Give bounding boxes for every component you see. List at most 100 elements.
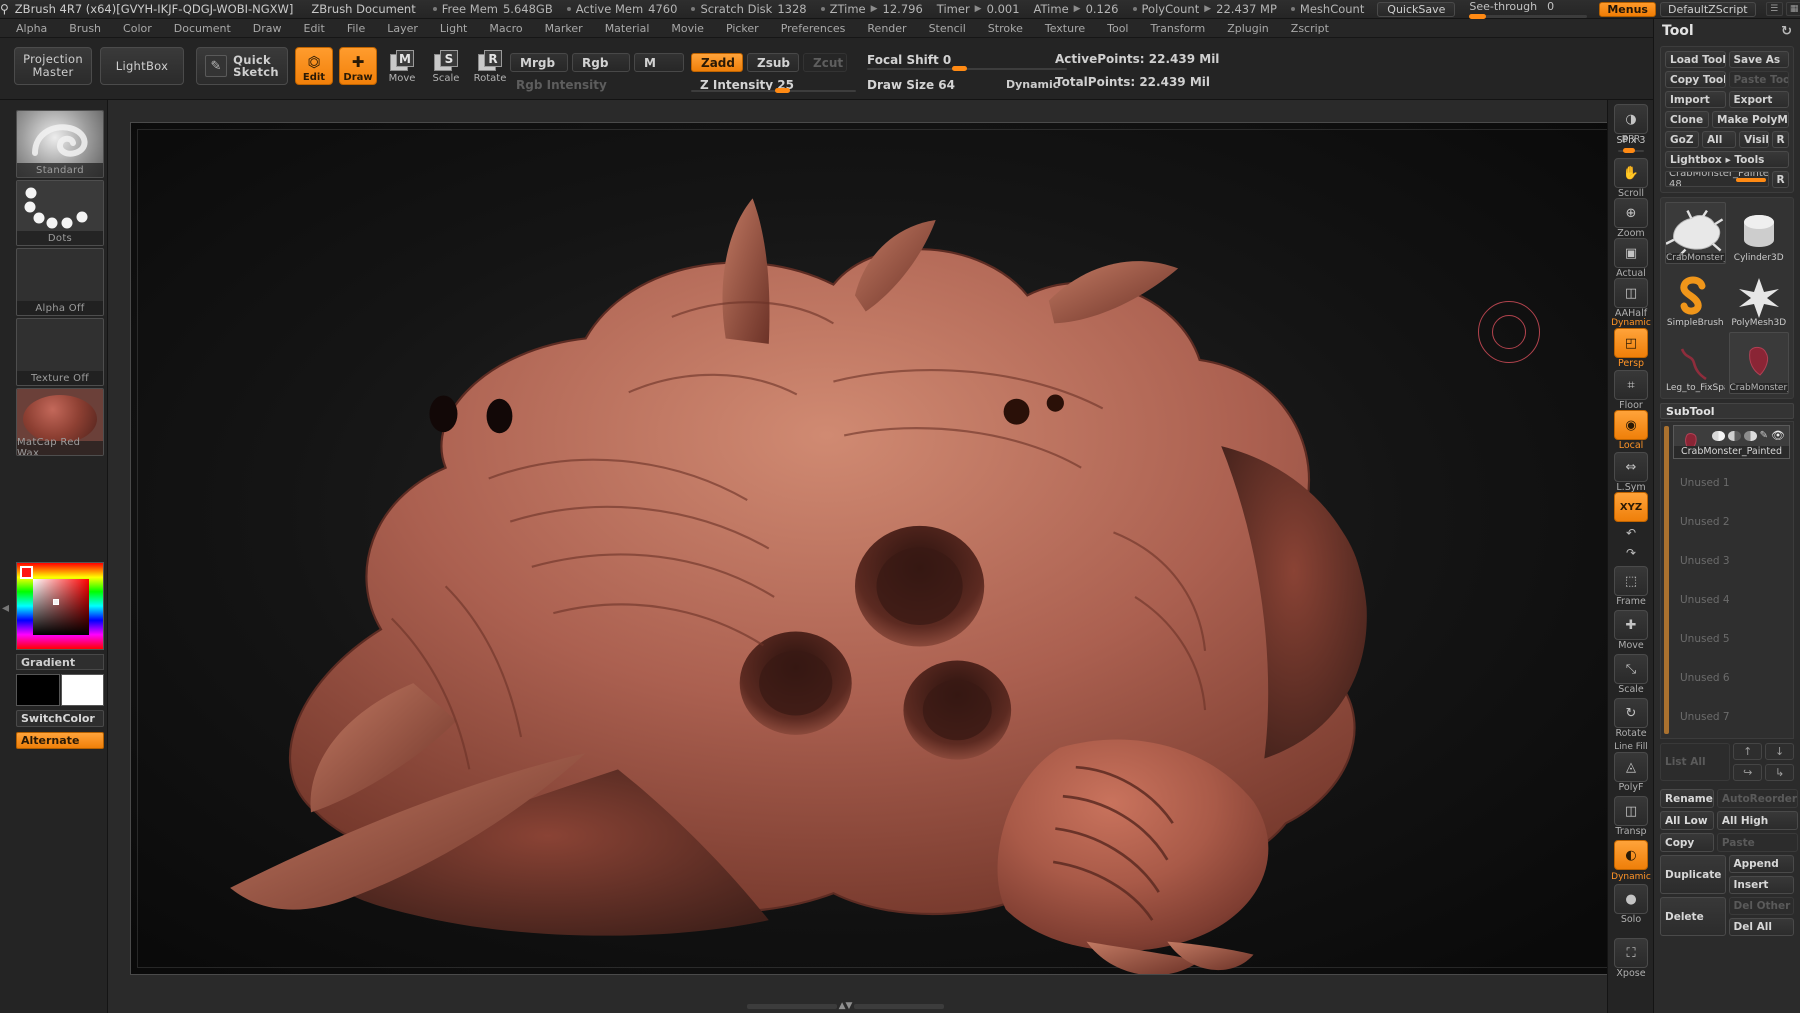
dynamic-label[interactable]: Dynamic: [1006, 78, 1059, 91]
scale-button[interactable]: S Scale: [429, 50, 463, 86]
subtool-item-selected[interactable]: ✎ 👁 CrabMonster_Painted: [1673, 425, 1790, 459]
quicksave-button[interactable]: QuickSave: [1377, 1, 1456, 17]
save-as-button[interactable]: Save As: [1728, 51, 1789, 68]
visible-button[interactable]: Visible: [1739, 131, 1769, 148]
move-out-button[interactable]: ↳: [1765, 763, 1794, 781]
material-swatch[interactable]: MatCap Red Wax: [16, 388, 104, 456]
eye-half-icon[interactable]: [1727, 430, 1741, 441]
z-intensity-knob[interactable]: [775, 88, 790, 93]
gizmo-move-button[interactable]: ✚: [1614, 610, 1648, 640]
tool-r-button[interactable]: R: [1772, 171, 1789, 188]
insert-button[interactable]: Insert: [1728, 876, 1794, 894]
menu-color[interactable]: Color: [113, 20, 162, 36]
eye-visible-icon[interactable]: 👁: [1771, 429, 1785, 442]
menu-brush[interactable]: Brush: [59, 20, 111, 36]
tool-thumb-polymesh3d[interactable]: PolyMesh3D: [1729, 267, 1790, 329]
texture-swatch[interactable]: Texture Off: [16, 318, 104, 386]
subtool-item[interactable]: Unused 2: [1673, 507, 1790, 537]
persp-button[interactable]: ◰: [1614, 328, 1648, 358]
export-button[interactable]: Export: [1728, 91, 1789, 108]
clone-button[interactable]: Clone: [1665, 111, 1709, 128]
all-high-button[interactable]: All High: [1716, 811, 1799, 830]
alternate-button[interactable]: Alternate: [16, 732, 104, 749]
scroll-bar-right[interactable]: [854, 1003, 945, 1009]
delete-button[interactable]: Delete: [1660, 897, 1726, 936]
reset-icon[interactable]: ↻: [1781, 24, 1792, 39]
zadd-button[interactable]: Zadd: [691, 53, 743, 72]
current-tool-name[interactable]: CrabMonster_Painted. 48: [1665, 171, 1769, 187]
tool-thumb-crabmonster-red[interactable]: CrabMonster__Painte: [1728, 332, 1789, 394]
lightbox-tools-button[interactable]: Lightbox ▸ Tools: [1665, 151, 1789, 168]
menu-stroke[interactable]: Stroke: [978, 20, 1033, 36]
r-button[interactable]: R: [1772, 131, 1789, 148]
make-polymesh3d-button[interactable]: Make PolyMesh3D: [1712, 111, 1789, 128]
subtool-list[interactable]: ✎ 👁 CrabMonster_Painted Unused 1 Unused …: [1660, 421, 1794, 739]
menu-texture[interactable]: Texture: [1035, 20, 1095, 36]
projection-master-button[interactable]: Projection Master: [14, 47, 92, 85]
polyframe-button[interactable]: ◬: [1614, 752, 1648, 782]
eye-alt-icon[interactable]: [1743, 430, 1757, 441]
subtool-item[interactable]: Unused 7: [1673, 702, 1790, 732]
menu-document[interactable]: Document: [164, 20, 241, 36]
menu-material[interactable]: Material: [595, 20, 660, 36]
rotate-cw-icon[interactable]: ↷: [1618, 544, 1644, 561]
menu-layer[interactable]: Layer: [377, 20, 428, 36]
draw-size-track[interactable]: [867, 66, 1067, 71]
draw-size-knob[interactable]: [952, 66, 967, 71]
alpha-swatch[interactable]: Alpha Off: [16, 248, 104, 316]
gizmo-rotate-button[interactable]: ↻: [1614, 698, 1648, 728]
copy-tool-button[interactable]: Copy Tool: [1665, 71, 1726, 88]
bpr-button[interactable]: ◑: [1614, 104, 1648, 134]
actual-button[interactable]: ▣: [1614, 238, 1648, 268]
scroll-up-icon[interactable]: ▲▼: [839, 1001, 853, 1011]
menu-transform[interactable]: Transform: [1141, 20, 1216, 36]
draw-size-label[interactable]: Draw Size 64: [867, 78, 955, 92]
brush-small-icon[interactable]: ✎: [1760, 430, 1768, 441]
draw-button[interactable]: ✚ Draw: [339, 47, 377, 85]
menu-tool[interactable]: Tool: [1097, 20, 1138, 36]
gizmo-scale-button[interactable]: ⤡: [1614, 654, 1648, 684]
secondary-color-swatch[interactable]: [61, 674, 104, 706]
see-through-slider[interactable]: See-through 0: [1469, 0, 1588, 19]
menu-preferences[interactable]: Preferences: [771, 20, 856, 36]
primary-color-swatch[interactable]: [16, 674, 60, 706]
menu-draw[interactable]: Draw: [243, 20, 292, 36]
rename-button[interactable]: Rename: [1660, 789, 1714, 808]
eye-full-icon[interactable]: [1711, 430, 1725, 441]
tool-thumb-cylinder3d[interactable]: Cylinder3D: [1729, 202, 1790, 264]
saturation-value-square[interactable]: [33, 579, 89, 635]
goz-button[interactable]: GoZ: [1665, 131, 1699, 148]
subtool-scroll-rail[interactable]: [1664, 426, 1669, 734]
scroll-button[interactable]: ✋: [1614, 158, 1648, 188]
load-tool-button[interactable]: Load Tool: [1665, 51, 1726, 68]
menu-macro[interactable]: Macro: [479, 20, 532, 36]
duplicate-button[interactable]: Duplicate: [1660, 855, 1726, 894]
m-button[interactable]: M: [634, 53, 684, 72]
subtool-item[interactable]: Unused 4: [1673, 585, 1790, 615]
crab-monster-model[interactable]: [131, 123, 1622, 974]
shelf-collapse-icon[interactable]: ◂: [2, 600, 9, 616]
all-low-button[interactable]: All Low: [1660, 811, 1714, 830]
grid-icon[interactable]: ▦: [1785, 2, 1800, 16]
solo-button[interactable]: ●: [1614, 884, 1648, 914]
append-button[interactable]: Append: [1728, 855, 1794, 873]
rotate-ccw-icon[interactable]: ↶: [1618, 524, 1644, 541]
subtool-item[interactable]: Unused 1: [1673, 468, 1790, 498]
subtool-item[interactable]: Unused 3: [1673, 546, 1790, 576]
spix-label[interactable]: SPix 3: [1608, 135, 1654, 146]
floor-button[interactable]: ⌗: [1614, 370, 1648, 400]
lsym-button[interactable]: ⇔: [1614, 452, 1648, 482]
menu-picker[interactable]: Picker: [716, 20, 769, 36]
zsub-button[interactable]: Zsub: [747, 53, 799, 72]
xyz-button[interactable]: XYZ: [1614, 492, 1648, 522]
all-button[interactable]: All: [1702, 131, 1736, 148]
canvas-bottom-scroll[interactable]: ▲▼: [216, 1001, 1475, 1011]
tool-thumb-crabmonster-white[interactable]: CrabMonster__Painte: [1665, 202, 1726, 264]
subtool-item[interactable]: Unused 6: [1673, 663, 1790, 693]
brush-swatch[interactable]: Standard: [16, 110, 104, 178]
move-down-button[interactable]: ↓: [1765, 743, 1794, 760]
del-all-button[interactable]: Del All: [1728, 918, 1794, 936]
menu-tiny-icon[interactable]: ☰: [1765, 2, 1783, 16]
move-in-button[interactable]: ↪: [1733, 763, 1763, 781]
subtool-header[interactable]: SubTool: [1660, 403, 1794, 419]
